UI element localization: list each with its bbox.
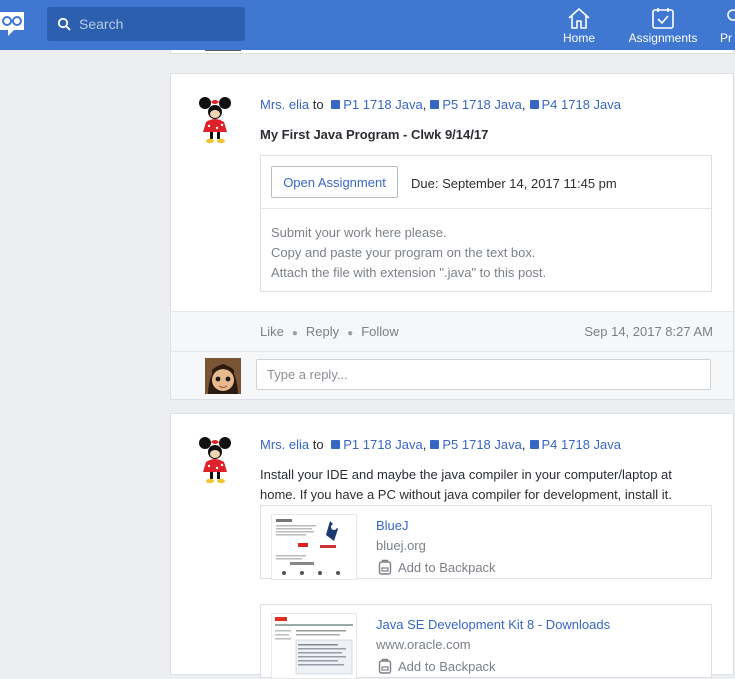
group-link[interactable]: P1 1718 Java — [343, 437, 423, 452]
group-link[interactable]: P5 1718 Java — [442, 97, 522, 112]
separator-dot: ● — [291, 328, 298, 339]
recipient-to: to — [312, 97, 324, 112]
due-date: Due: September 14, 2017 11:45 pm — [411, 176, 617, 191]
description-line: Submit your work here please. — [271, 225, 447, 240]
group-color-icon — [430, 440, 440, 449]
nav-profile[interactable]: Pr — [720, 0, 735, 50]
nav-assignments[interactable]: Assignments — [626, 0, 700, 50]
nav-home[interactable]: Home — [556, 0, 602, 50]
group-color-icon — [331, 440, 341, 449]
link-preview-card[interactable]: Java SE Development Kit 8 - Downloads ww… — [260, 604, 712, 679]
reply-row — [171, 351, 733, 399]
group-color-icon — [529, 100, 539, 109]
search-input[interactable] — [79, 7, 239, 41]
post-timestamp: Sep 14, 2017 8:27 AM — [584, 324, 713, 339]
author-link[interactable]: Mrs. elia — [260, 437, 309, 452]
reply-input[interactable] — [256, 359, 711, 390]
group-color-icon — [430, 100, 440, 109]
add-to-backpack-button[interactable]: Add to Backpack — [378, 559, 496, 575]
post-actions: Like ● Reply ● Follow — [260, 324, 399, 339]
author-avatar[interactable] — [193, 436, 237, 484]
add-to-backpack-label: Add to Backpack — [398, 560, 496, 575]
nav-home-label: Home — [562, 31, 595, 45]
top-navigation-bar: Home Assignments Pr — [0, 0, 735, 50]
nav-assignments-label: Assignments — [628, 31, 698, 45]
bluej-thumbnail — [271, 514, 357, 580]
description-line: Attach the file with extension ".java" t… — [271, 265, 547, 280]
group-color-icon — [331, 100, 341, 109]
group-link[interactable]: P1 1718 Java — [343, 97, 423, 112]
link-preview-card[interactable]: BlueJ bluej.org Add to Backpack — [260, 505, 712, 580]
group-color-icon — [529, 440, 539, 449]
assignments-icon — [652, 8, 674, 29]
post-body: Install your IDE and maybe the java comp… — [260, 465, 700, 505]
recipient-to: to — [312, 437, 324, 452]
separator-dot: ● — [347, 328, 354, 339]
oracle-thumbnail — [271, 613, 357, 679]
link-title[interactable]: Java SE Development Kit 8 - Downloads — [376, 617, 610, 632]
like-button[interactable]: Like — [260, 324, 284, 339]
backpack-icon — [378, 658, 392, 674]
link-post-card: Mrs. elia to P1 1718 Java, P5 1718 Java, P… — [170, 413, 734, 679]
author-link[interactable]: Mrs. elia — [260, 97, 309, 112]
post-footer: Like ● Reply ● Follow Sep 14, 2017 8:27 AM — [171, 311, 733, 352]
assignment-box: Open Assignment Due: September 14, 2017 … — [260, 155, 712, 292]
divider — [261, 208, 711, 209]
assignment-description: Submit your work here please. Copy and p… — [271, 223, 546, 283]
group-link[interactable]: P4 1718 Java — [542, 97, 622, 112]
body-line: Install your IDE and maybe the java comp… — [260, 467, 672, 482]
profile-icon — [727, 9, 735, 21]
description-line: Copy and paste your program on the text … — [271, 245, 536, 260]
add-to-backpack-label: Add to Backpack — [398, 659, 496, 674]
follow-button[interactable]: Follow — [361, 324, 399, 339]
home-icon — [568, 8, 590, 29]
assignment-title: My First Java Program - Clwk 9/14/17 — [260, 127, 489, 142]
add-to-backpack-button[interactable]: Add to Backpack — [378, 658, 496, 674]
assignment-post-card: Mrs. elia to P1 1718 Java, P5 1718 Java, P… — [170, 73, 734, 400]
open-assignment-button[interactable]: Open Assignment — [271, 166, 398, 198]
author-avatar[interactable] — [193, 96, 237, 144]
link-domain: bluej.org — [376, 538, 426, 553]
reply-button[interactable]: Reply — [306, 324, 339, 339]
post-recipients: Mrs. elia to P1 1718 Java, P5 1718 Java, P… — [260, 437, 622, 452]
link-title[interactable]: BlueJ — [376, 518, 409, 533]
backpack-icon — [378, 559, 392, 575]
body-line: home. If you have a PC without java comp… — [260, 487, 672, 502]
link-domain: www.oracle.com — [376, 637, 471, 652]
group-link[interactable]: P5 1718 Java — [442, 437, 522, 452]
nav-profile-label: Pr — [720, 31, 732, 45]
edmodo-logo-icon[interactable] — [0, 8, 28, 40]
search-box[interactable] — [47, 7, 245, 41]
search-icon — [57, 17, 71, 31]
group-link[interactable]: P4 1718 Java — [542, 437, 622, 452]
user-avatar — [205, 358, 241, 394]
post-recipients: Mrs. elia to P1 1718 Java, P5 1718 Java, P… — [260, 97, 622, 112]
